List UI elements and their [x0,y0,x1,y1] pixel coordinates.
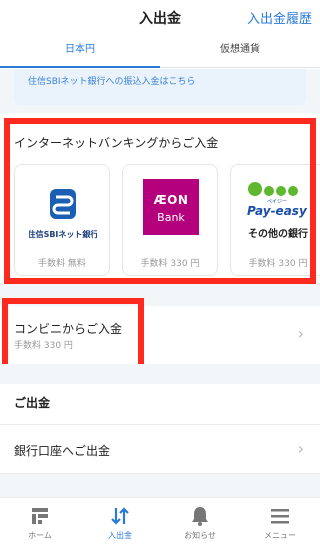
tabbar-home[interactable]: ホーム [0,504,80,541]
bank-card-payeasy[interactable]: ペイジー Pay-easy その他の銀行 手数料 330 円 [230,164,320,276]
sbi-logo-text: 住信SBIネット銀行 [29,229,97,239]
withdrawal-section-heading: ご出金 [0,384,320,424]
withdrawal-heading: ご出金 [14,396,51,410]
menu-icon [271,509,289,524]
section-divider [0,284,320,306]
aeon-logo-line1: ÆON [153,193,189,207]
tabbar-label: ホーム [28,531,52,540]
tabbar-label: お知らせ [184,531,216,540]
active-tab-indicator [0,66,160,68]
convenience-fee: 手数料 330 円 [14,341,73,351]
tabbar-label: 入出金 [108,531,132,540]
section-divider [0,364,320,384]
tab-jpy[interactable]: 日本円 [0,34,160,68]
tabbar-label: メニュー [264,531,296,540]
bank-fee: 手数料 330 円 [248,259,308,269]
bank-fee: 手数料 無料 [38,259,86,269]
tabbar-transfer[interactable]: 入出金 [80,504,160,541]
sbi-logo-icon: 住信SBIネット銀行 [29,189,97,239]
sbi-transfer-notice[interactable]: 住信SBIネット銀行への振込入金はこちら [14,69,306,105]
bank-card-sbi[interactable]: 住信SBIネット銀行 手数料 無料 [14,164,110,276]
bank-withdrawal-row[interactable]: 銀行口座へご出金 › [0,424,320,474]
aeon-logo-line2: Bank [157,211,185,224]
payeasy-logo-main: Pay-easy [247,204,308,218]
bottom-tab-bar: ホーム 入出金 お知らせ メニュー [0,497,320,549]
home-icon [32,508,48,524]
internet-banking-heading: インターネットバンキングからご入金 [14,136,219,150]
bank-withdrawal-label: 銀行口座へご出金 [14,444,111,458]
chevron-right-icon: › [297,439,304,458]
tabbar-notifications[interactable]: お知らせ [160,504,240,541]
tab-crypto[interactable]: 仮想通貨 [160,34,320,68]
transfer-icon [111,507,129,525]
bank-card-aeon[interactable]: ÆON Bank 手数料 330 円 [122,164,218,276]
other-banks-label: その他の銀行 [248,229,308,240]
notice-text: 住信SBIネット銀行への振込入金はこちら [28,77,196,87]
history-link[interactable]: 入出金履歴 [247,8,312,27]
convenience-title: コンビニからご入金 [14,322,123,336]
chevron-right-icon: › [297,324,304,343]
convenience-store-row[interactable]: コンビニからご入金 手数料 330 円 › [0,306,320,364]
aeon-logo-icon: ÆON Bank [143,179,199,235]
bell-icon [192,507,208,526]
payeasy-logo-icon: ペイジー Pay-easy [247,182,308,218]
internet-banking-section: インターネットバンキングからご入金 住信SBIネット銀行 手数料 無料 ÆON … [0,118,320,284]
bank-fee: 手数料 330 円 [140,259,200,269]
section-divider [0,474,320,497]
header: 入出金 入出金履歴 [0,0,320,34]
tabbar-menu[interactable]: メニュー [240,504,320,541]
currency-tabs: 日本円 仮想通貨 [0,34,320,68]
